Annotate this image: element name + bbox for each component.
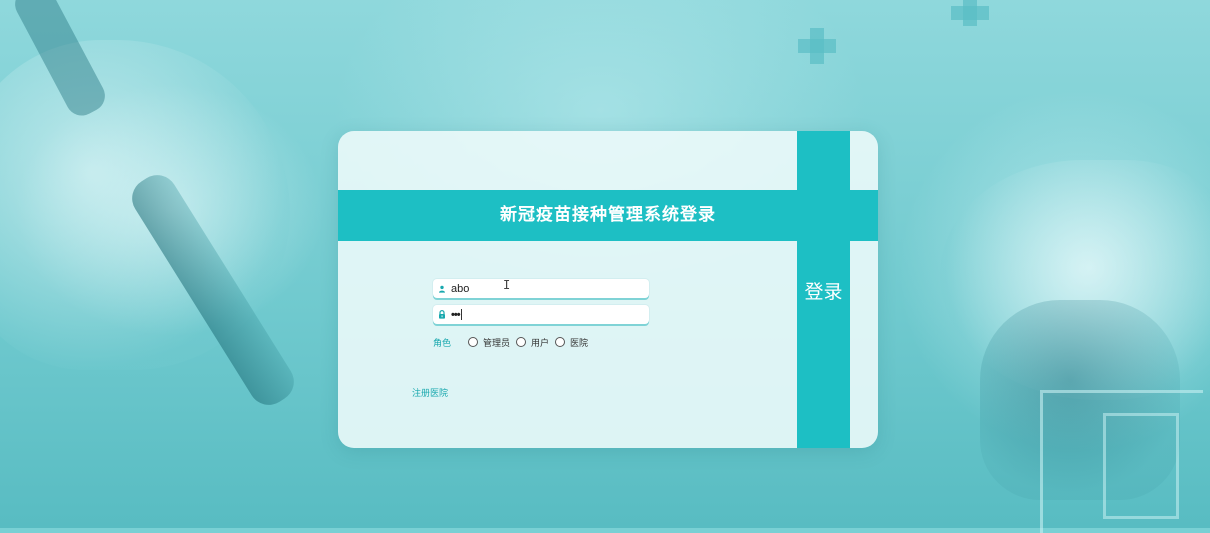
role-radio-user[interactable] — [516, 337, 527, 347]
login-button-label: 登录 — [804, 281, 843, 303]
password-field[interactable]: ••• — [433, 305, 649, 324]
username-value: abo — [451, 282, 470, 295]
username-field[interactable]: abo — [433, 279, 649, 298]
role-label: 角色 — [433, 338, 452, 349]
role-selector: 角色 管理员 用户 医院 — [433, 335, 594, 349]
login-card: 新冠疫苗接种管理系统登录 登录 abo I ••• 角色 管理员 用户 医院 注… — [338, 131, 878, 448]
role-option-hospital-label[interactable]: 医院 — [570, 336, 588, 349]
password-value: ••• — [451, 308, 461, 321]
text-caret — [460, 309, 462, 320]
role-radio-admin[interactable] — [468, 337, 479, 347]
role-radio-hospital[interactable] — [555, 337, 566, 347]
background-grid-lines — [1040, 390, 1203, 533]
text-cursor-icon: I — [503, 278, 511, 292]
medical-cross-icon — [798, 28, 836, 64]
user-icon — [433, 285, 451, 293]
lock-icon — [433, 310, 451, 319]
medical-cross-icon — [951, 0, 989, 26]
role-option-admin-label[interactable]: 管理员 — [483, 336, 510, 349]
role-option-user-label[interactable]: 用户 — [531, 336, 549, 349]
register-hospital-link[interactable]: 注册医院 — [412, 386, 448, 399]
login-button[interactable]: 登录 — [797, 131, 850, 448]
